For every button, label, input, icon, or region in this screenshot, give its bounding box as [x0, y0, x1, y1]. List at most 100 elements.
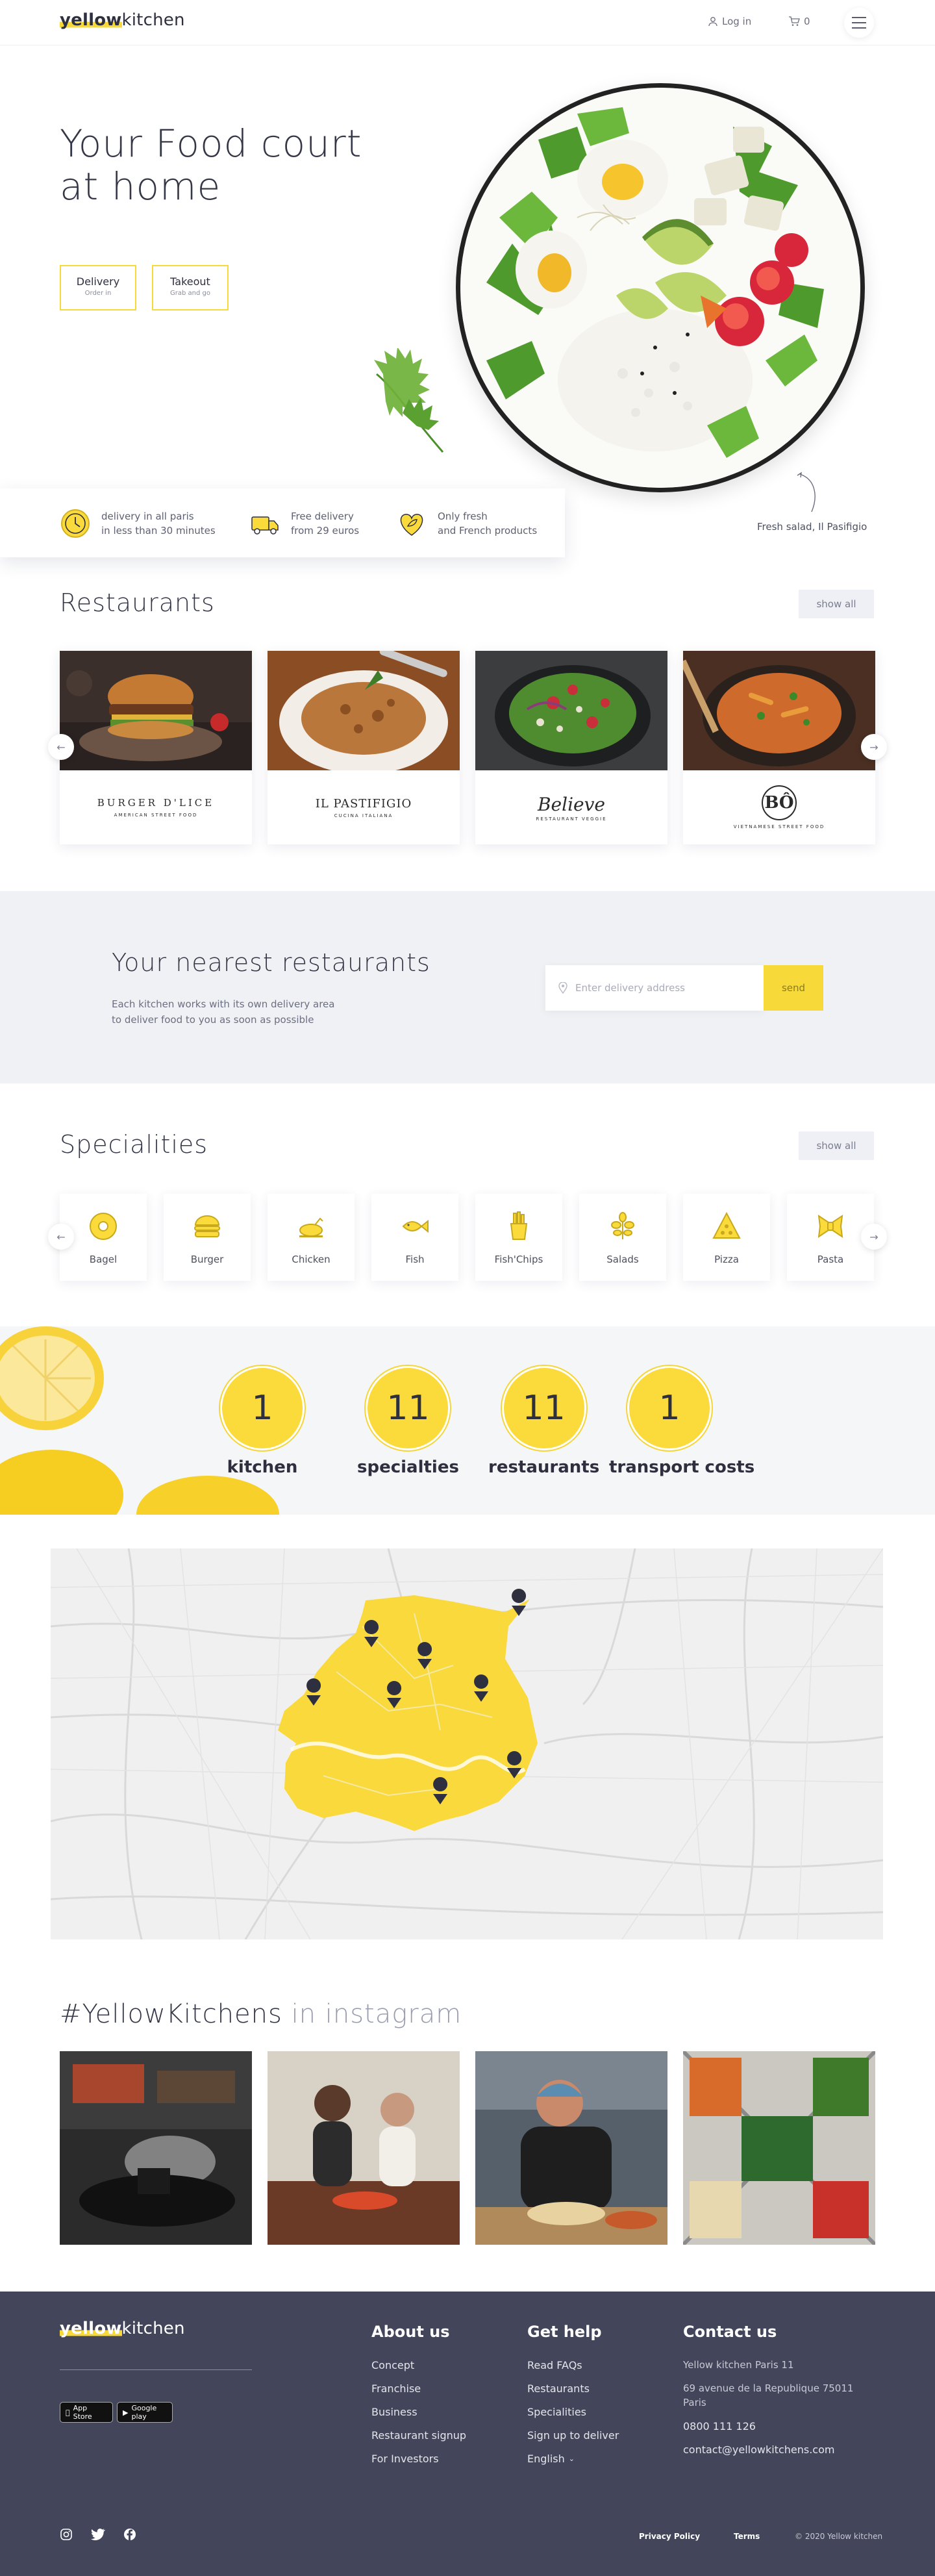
stat-kitchen: 1 kitchen: [222, 1368, 303, 1477]
instagram-title: #YellowKitchens in instagram: [60, 1999, 462, 2029]
footer-divider: [60, 2369, 252, 2370]
caption-pointer-icon: [797, 472, 816, 512]
speciality-chicken-label: Chicken: [292, 1254, 330, 1265]
contact-name: Yellow kitchen Paris 11: [683, 2359, 794, 2371]
restaurants-prev-arrow[interactable]: ←: [48, 734, 74, 760]
footer-link-investors[interactable]: For Investors: [371, 2453, 439, 2465]
restaurant-logo-believe: Believe RESTAURANT VEGGIE: [475, 770, 667, 844]
restaurant-card-il-pastifigio[interactable]: IL PASTIFIGIO CUCINA ITALIANA: [268, 651, 460, 844]
hero-title: Your Food court at home: [60, 121, 362, 208]
delivery-address-input[interactable]: Enter delivery address: [545, 965, 764, 1011]
speciality-fish[interactable]: Fish: [371, 1194, 458, 1281]
pizza-icon: [712, 1211, 741, 1239]
about-title: About us: [371, 2323, 450, 2341]
arugula-leaf-image: [374, 348, 444, 453]
takeout-label: Takeout: [170, 275, 210, 288]
footer-link-restaurants[interactable]: Restaurants: [527, 2382, 590, 2395]
restaurant-card-bo[interactable]: BÔ VIETNAMESE STREET FOOD: [683, 651, 875, 844]
instagram-photo-1[interactable]: [60, 2051, 252, 2245]
copyright: © 2020 Yellow kitchen: [795, 2532, 883, 2541]
cart-button[interactable]: 0: [788, 16, 810, 27]
logo[interactable]: yellowkitchen: [60, 10, 185, 30]
fish-icon: [402, 1219, 429, 1233]
feature-3-line1: Only fresh: [438, 511, 488, 522]
login-label: Log in: [722, 16, 752, 27]
stat-restaurants-value: 11: [503, 1368, 584, 1448]
restaurants-title: Restaurants: [60, 588, 215, 617]
chevron-down-icon: ⌄: [568, 2455, 575, 2463]
specialities-prev-arrow[interactable]: ←: [48, 1224, 74, 1250]
specialities-next-arrow[interactable]: →: [861, 1224, 887, 1250]
restaurants-show-all-button[interactable]: show all: [799, 590, 874, 618]
delivery-button[interactable]: Delivery Order in: [60, 265, 136, 310]
instagram-photo-4[interactable]: [683, 2051, 875, 2245]
speciality-salads-label: Salads: [606, 1254, 639, 1265]
app-store-badge[interactable]: App Store: [60, 2402, 113, 2423]
contact-phone[interactable]: 0800 111 126: [683, 2420, 756, 2432]
instagram-photo-3[interactable]: [475, 2051, 667, 2245]
speciality-fish-chips[interactable]: Fish'Chips: [475, 1194, 562, 1281]
speciality-pizza[interactable]: Pizza: [683, 1194, 770, 1281]
delivery-sub: Order in: [84, 290, 112, 297]
restaurant-logo-il-pastifigio: IL PASTIFIGIO CUCINA ITALIANA: [268, 770, 460, 844]
arrow-right-icon: →: [869, 740, 879, 753]
feature-2-line1: Free delivery: [291, 511, 354, 522]
nearest-title: Your nearest restaurants: [112, 948, 430, 977]
footer-link-restaurant-signup[interactable]: Restaurant signup: [371, 2429, 466, 2442]
restaurant-card-believe[interactable]: Believe RESTAURANT VEGGIE: [475, 651, 667, 844]
speciality-salads[interactable]: Salads: [579, 1194, 666, 1281]
help-title: Get help: [527, 2323, 602, 2341]
specialities-title: Specialities: [60, 1130, 208, 1159]
site-header: yellowkitchen Log in 0: [0, 0, 935, 45]
specialities-show-all-button[interactable]: show all: [799, 1131, 874, 1160]
stats-section: 1 kitchen 11 specialties 11 restaurants …: [0, 1326, 935, 1515]
fries-icon: [510, 1211, 528, 1240]
menu-button[interactable]: [844, 8, 874, 38]
footer-link-faqs[interactable]: Read FAQs: [527, 2359, 582, 2371]
heart-leaf-icon: [400, 514, 423, 536]
privacy-policy-link[interactable]: Privacy Policy: [639, 2532, 700, 2541]
terms-link[interactable]: Terms: [734, 2532, 760, 2541]
pasta-icon: [817, 1214, 843, 1239]
stat-specialties-label: specialties: [357, 1458, 459, 1477]
google-play-badge[interactable]: ▶ Google play: [117, 2402, 173, 2423]
address-placeholder: Enter delivery address: [575, 982, 685, 994]
feature-1-line2: in less than 30 minutes: [101, 525, 216, 537]
footer-logo[interactable]: yellowkitchen: [60, 2319, 185, 2338]
contact-email[interactable]: contact@yellowkitchens.com: [683, 2443, 834, 2456]
footer-link-business[interactable]: Business: [371, 2406, 418, 2418]
apple-icon: : [66, 2408, 70, 2417]
footer-link-franchise[interactable]: Franchise: [371, 2382, 421, 2395]
stat-specialties: 11 specialties: [357, 1368, 459, 1477]
restaurant-4-name: BÔ: [762, 785, 797, 820]
restaurants-next-arrow[interactable]: →: [861, 734, 887, 760]
instagram-hashtag: #YellowKitchens: [60, 1999, 282, 2029]
footer-link-deliver-signup[interactable]: Sign up to deliver: [527, 2429, 619, 2442]
language-selector[interactable]: English ⌄: [527, 2453, 575, 2465]
nearest-restaurants-section: Your nearest restaurants Each kitchen wo…: [0, 891, 935, 1083]
delivery-map[interactable]: [51, 1548, 883, 1939]
salad-icon: [611, 1212, 634, 1239]
login-link[interactable]: Log in: [708, 16, 751, 27]
footer-link-specialities[interactable]: Specialities: [527, 2406, 586, 2418]
features-bar: delivery in all paris in less than 30 min…: [0, 488, 565, 557]
takeout-button[interactable]: Takeout Grab and go: [152, 265, 229, 310]
delivery-label: Delivery: [76, 275, 120, 288]
speciality-chicken[interactable]: Chicken: [268, 1194, 355, 1281]
restaurant-photo-noodles: [683, 651, 875, 770]
feature-fresh-products: Only fresh and French products: [396, 508, 537, 539]
instagram-photo-2[interactable]: [268, 2051, 460, 2245]
facebook-icon[interactable]: [123, 2528, 136, 2541]
cart-icon: [789, 16, 800, 26]
chicken-icon: [299, 1217, 323, 1237]
footer-link-concept[interactable]: Concept: [371, 2359, 414, 2371]
location-pin-icon: [558, 982, 567, 994]
arrow-left-icon: ←: [56, 1230, 66, 1243]
restaurant-card-burger-dlice[interactable]: BURGER D'LICE AMERICAN STREET FOOD: [60, 651, 252, 844]
instagram-icon[interactable]: [60, 2528, 73, 2541]
play-icon: ▶: [123, 2408, 129, 2417]
restaurant-photo-risotto: [268, 651, 460, 770]
send-button[interactable]: send: [764, 965, 823, 1011]
twitter-icon[interactable]: [91, 2528, 105, 2541]
speciality-burger[interactable]: Burger: [164, 1194, 251, 1281]
